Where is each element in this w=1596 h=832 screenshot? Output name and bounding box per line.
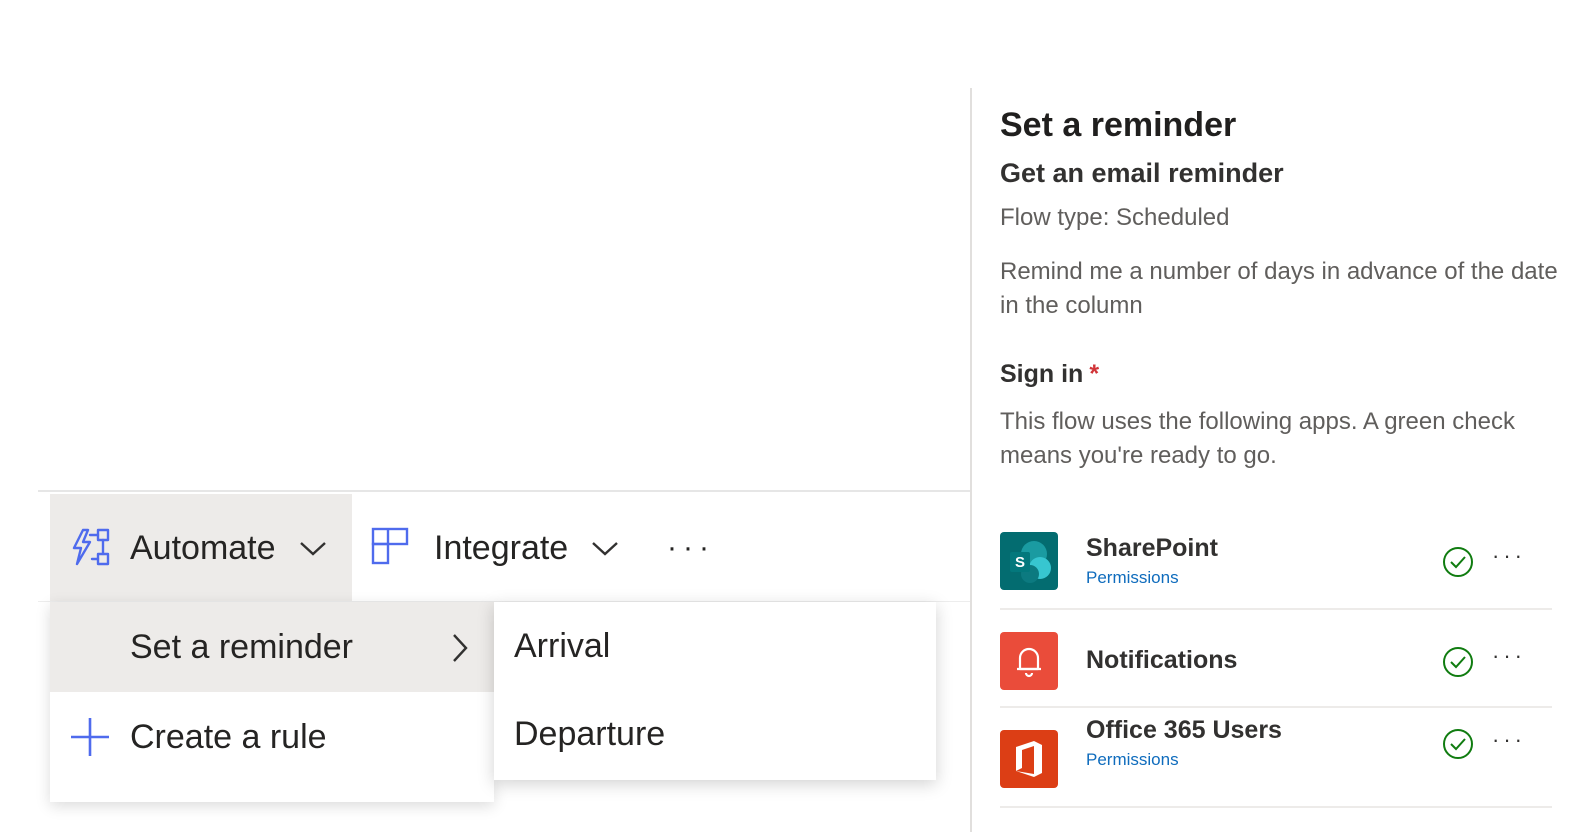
more-options-button[interactable]: ···	[665, 528, 717, 568]
app-row-notifications: Notifications ···	[1000, 610, 1552, 708]
automate-icon	[70, 526, 114, 570]
automate-dropdown-menu: Set a reminder Create a rule	[50, 602, 494, 802]
automate-button[interactable]: Automate	[50, 494, 352, 602]
sharepoint-icon: S	[1000, 532, 1058, 590]
panel-subtitle: Get an email reminder	[1000, 158, 1284, 188]
submenu-item-label: Arrival	[514, 626, 611, 665]
menu-item-label: Set a reminder	[130, 627, 353, 666]
required-marker: *	[1089, 360, 1100, 388]
automate-label: Automate	[130, 528, 276, 567]
sign-in-note: This flow uses the following apps. A gre…	[1000, 408, 1515, 469]
chevron-down-icon	[298, 538, 328, 558]
app-more-button[interactable]: ···	[1492, 728, 1532, 752]
flow-description: Remind me a number of days in advance of…	[1000, 258, 1558, 319]
more-icon: ···	[667, 531, 715, 564]
panel-title: Set a reminder	[1000, 106, 1237, 144]
check-circle-icon	[1442, 728, 1474, 760]
menu-item-set-a-reminder[interactable]: Set a reminder	[50, 602, 494, 692]
app-name: SharePoint	[1086, 534, 1218, 562]
permissions-link[interactable]: Permissions	[1086, 568, 1179, 588]
check-circle-icon	[1442, 646, 1474, 678]
bell-icon	[1000, 632, 1058, 690]
menu-item-label: Create a rule	[130, 717, 327, 756]
app-more-button[interactable]: ···	[1492, 644, 1532, 668]
panel-divider	[970, 88, 972, 832]
submenu-item-departure[interactable]: Departure	[494, 690, 936, 778]
permissions-link[interactable]: Permissions	[1086, 750, 1179, 770]
submenu-item-label: Departure	[514, 714, 666, 753]
flow-type-text: Flow type: Scheduled	[1000, 204, 1230, 231]
app-row-office-365-users: Office 365 Users Permissions ···	[1000, 708, 1552, 808]
submenu-item-arrival[interactable]: Arrival	[494, 602, 936, 690]
app-row-sharepoint: S SharePoint Permissions ···	[1000, 512, 1552, 610]
integrate-icon	[370, 526, 414, 570]
svg-text:S: S	[1015, 554, 1025, 571]
sign-in-heading: Sign in *	[1000, 360, 1099, 389]
reminder-submenu: Arrival Departure	[494, 602, 936, 780]
office-icon	[1000, 730, 1058, 788]
app-more-button[interactable]: ···	[1492, 544, 1532, 568]
chevron-down-icon	[590, 538, 620, 558]
app-name: Office 365 Users	[1086, 716, 1282, 744]
plus-icon	[70, 717, 110, 757]
chevron-right-icon	[450, 632, 470, 664]
app-name: Notifications	[1086, 646, 1238, 674]
integrate-label: Integrate	[434, 528, 569, 567]
command-bar-divider	[38, 490, 970, 492]
check-circle-icon	[1442, 546, 1474, 578]
menu-item-create-a-rule[interactable]: Create a rule	[50, 692, 494, 782]
integrate-button[interactable]: Integrate	[352, 494, 622, 602]
sign-in-label: Sign in	[1000, 360, 1084, 388]
